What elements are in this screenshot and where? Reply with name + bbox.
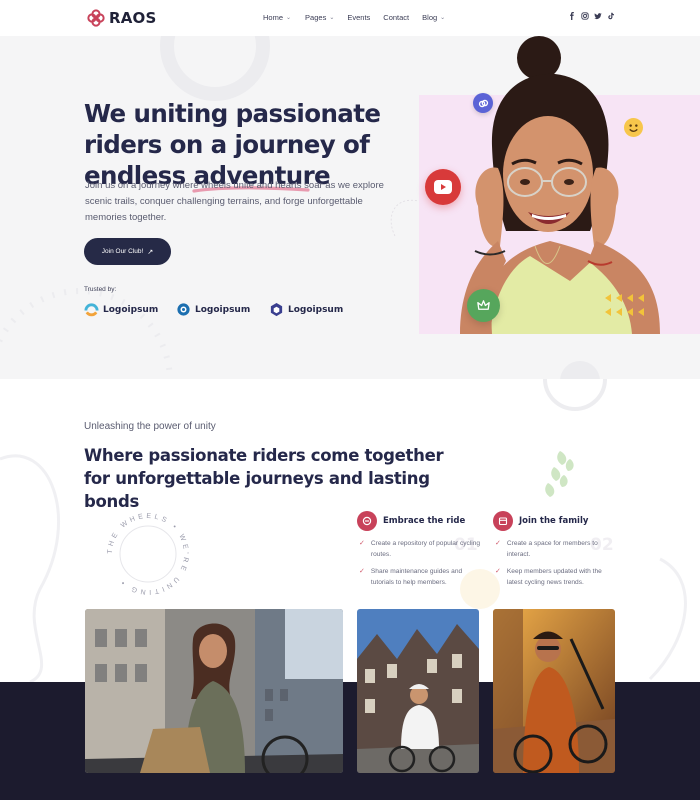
list-item-text: Create a space for members to interact.: [506, 540, 598, 558]
calendar-icon: [493, 511, 513, 531]
partner-logo: Logoipsum: [176, 302, 269, 317]
play-icon: [425, 169, 461, 205]
feature-list: ✓ Create a repository of popular cycling…: [359, 539, 482, 588]
nav-label: Blog: [422, 13, 438, 22]
twitter-icon[interactable]: [594, 12, 602, 20]
section-title: Where passionate riders come together fo…: [84, 446, 444, 511]
crown-icon: [467, 289, 500, 322]
nav-item-blog[interactable]: Blog ⌄: [422, 13, 445, 22]
hero-description: Join us on a journey where wheels unite …: [85, 180, 384, 223]
svg-text:THE WHEELS • WE'RE UNITING •: THE WHEELS • WE'RE UNITING •: [107, 513, 189, 595]
nav-item-events[interactable]: Events: [347, 13, 370, 22]
trusted-by-label: Trusted by:: [84, 286, 117, 293]
partner-logo: Logoipsum: [269, 302, 343, 317]
nav-item-contact[interactable]: Contact: [383, 13, 409, 22]
chevron-down-icon: ⌄: [286, 15, 292, 21]
partner-name: Logoipsum: [103, 304, 159, 315]
partner-mark-icon: [270, 302, 283, 317]
check-icon: ✓: [495, 568, 501, 575]
feature-join-family: Join the family ✓ Create a space for mem…: [493, 511, 618, 595]
feature-title: Embrace the ride: [383, 516, 466, 526]
feature-header: Embrace the ride: [357, 511, 482, 531]
list-item-text: Create a repository of popular cycling r…: [370, 540, 481, 558]
smile-emoji-icon: [624, 118, 643, 137]
rider-photo-city: [85, 609, 343, 773]
check-icon: ✓: [359, 540, 365, 547]
list-item: ✓ Create a repository of popular cycling…: [359, 539, 482, 560]
check-icon: ✓: [359, 568, 365, 575]
list-item: ✓ Share maintenance guides and tutorials…: [359, 567, 482, 588]
partner-mark-icon: [177, 303, 190, 316]
nav-label: Home: [263, 13, 284, 22]
rider-photo-sunset: [493, 609, 615, 773]
section-kicker: Unleashing the power of unity: [84, 421, 216, 432]
tiktok-icon[interactable]: [607, 12, 615, 20]
chevron-down-icon: ⌄: [440, 15, 446, 21]
leaf-decoration-icon: [545, 451, 574, 497]
check-icon: ✓: [495, 540, 501, 547]
list-item-text: Keep members updated with the latest cyc…: [506, 568, 602, 586]
feature-list: ✓ Create a space for members to interact…: [495, 539, 618, 588]
link-icon: [473, 93, 493, 113]
brand-logo[interactable]: RAOS: [87, 9, 157, 27]
chevron-pattern-icon: [605, 294, 644, 316]
logo-mark-icon: [87, 9, 105, 27]
ride-icon: [357, 511, 377, 531]
chevron-down-icon: ⌄: [329, 15, 335, 21]
rider-photo-street: [357, 609, 479, 773]
list-item: ✓ Create a space for members to interact…: [495, 539, 618, 560]
join-club-button[interactable]: Join Our Club! ↗: [84, 238, 171, 265]
join-club-label: Join Our Club!: [101, 248, 144, 255]
hero-woman-photo: [460, 36, 660, 334]
feature-header: Join the family: [493, 511, 618, 531]
nav-item-pages[interactable]: Pages ⌄: [305, 13, 334, 22]
feature-embrace-ride: Embrace the ride ✓ Create a repository o…: [357, 511, 482, 595]
social-links: [568, 12, 615, 20]
list-item-text: Share maintenance guides and tutorials t…: [370, 568, 463, 586]
brand-name: RAOS: [109, 9, 157, 27]
partner-mark-icon: [84, 303, 99, 317]
partner-logo: Logoipsum: [84, 302, 176, 317]
hero-section: We uniting passionate riders on a journe…: [0, 36, 700, 379]
rotating-text-badge: THE WHEELS • WE'RE UNITING •: [107, 513, 189, 595]
list-item: ✓ Keep members updated with the latest c…: [495, 567, 618, 588]
site-header: RAOS Home ⌄ Pages ⌄ Events Contact Blog …: [0, 0, 700, 36]
feature-title: Join the family: [519, 516, 589, 526]
arrow-up-right-icon: ↗: [147, 248, 154, 256]
nav-label: Contact: [383, 13, 410, 22]
facebook-icon[interactable]: [568, 12, 576, 20]
partner-name: Logoipsum: [288, 304, 344, 315]
nav-label: Events: [347, 13, 371, 22]
nav-label: Pages: [305, 13, 327, 22]
partner-name: Logoipsum: [195, 304, 251, 315]
instagram-icon[interactable]: [581, 12, 589, 20]
nav-item-home[interactable]: Home ⌄: [263, 13, 291, 22]
ring-text: THE WHEELS • WE'RE UNITING •: [107, 513, 186, 595]
main-nav: Home ⌄ Pages ⌄ Events Contact Blog ⌄: [263, 13, 445, 22]
about-section: Unleashing the power of unity Where pass…: [0, 379, 700, 800]
partner-logos: Logoipsum Logoipsum Logoipsum: [84, 302, 343, 317]
